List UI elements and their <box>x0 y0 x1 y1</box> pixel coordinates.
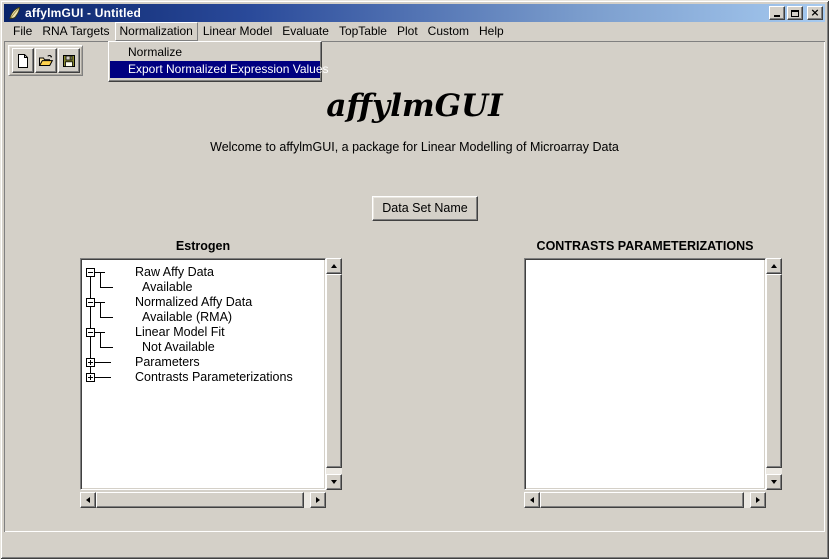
close-button[interactable]: × <box>807 6 823 20</box>
arrow-left-icon <box>530 497 534 503</box>
left-vertical-scrollbar[interactable] <box>326 258 342 490</box>
menu-item-linear-model[interactable]: Linear Model <box>198 22 277 41</box>
menu-item-custom[interactable]: Custom <box>423 22 474 41</box>
open-file-icon <box>38 53 54 69</box>
arrow-up-icon <box>771 264 777 268</box>
maximize-icon <box>791 10 799 17</box>
scroll-right-button[interactable] <box>750 492 766 508</box>
arrow-down-icon <box>331 480 337 484</box>
scroll-right-button[interactable] <box>310 492 326 508</box>
tree-item-raw-available[interactable]: Available <box>142 280 193 295</box>
tree-item-contrasts-parameterizations[interactable]: Contrasts Parameterizations <box>135 370 293 385</box>
tree-toggle-parameters[interactable] <box>86 358 95 367</box>
tree-toggle-linear-model-fit[interactable] <box>86 328 95 337</box>
app-title: affylmGUI <box>4 88 825 124</box>
left-panel-heading: Estrogen <box>80 239 326 254</box>
arrow-down-icon <box>771 480 777 484</box>
maximize-button[interactable] <box>787 6 803 20</box>
tree-toggle-normalized-affy-data[interactable] <box>86 298 95 307</box>
right-vertical-scrollbar[interactable] <box>766 258 782 490</box>
minimize-icon <box>774 15 780 17</box>
tree-item-normalized-available[interactable]: Available (RMA) <box>142 310 232 325</box>
window-title: affylmGUI - Untitled <box>25 6 769 20</box>
right-panel-heading: CONTRASTS PARAMETERIZATIONS <box>524 239 766 254</box>
new-file-icon <box>15 53 31 69</box>
toolbar <box>8 45 83 76</box>
menu-option-normalize[interactable]: Normalize <box>110 44 320 61</box>
arrow-left-icon <box>86 497 90 503</box>
contrasts-listbox[interactable] <box>524 258 766 490</box>
welcome-text: Welcome to affylmGUI, a package for Line… <box>4 140 825 154</box>
close-icon: × <box>810 8 819 18</box>
arrow-right-icon <box>756 497 760 503</box>
tree-elbow-line <box>100 317 113 318</box>
vertical-scroll-thumb[interactable] <box>326 274 342 468</box>
minimize-button[interactable] <box>769 6 785 20</box>
tree-elbow-line <box>100 347 113 348</box>
tree-item-parameters[interactable]: Parameters <box>135 355 200 370</box>
tree-branch-line <box>95 362 111 363</box>
right-horizontal-scrollbar[interactable] <box>524 492 766 508</box>
tree-toggle-contrasts-parameterizations[interactable] <box>86 373 95 382</box>
horizontal-scroll-thumb[interactable] <box>540 492 744 508</box>
normalization-dropdown-menu: Normalize Export Normalized Expression V… <box>108 41 322 82</box>
save-file-icon <box>61 53 77 69</box>
tree-branch-line <box>95 377 111 378</box>
tree-item-raw-affy-data[interactable]: Raw Affy Data <box>135 265 214 280</box>
status-tree-listbox[interactable]: Raw Affy Data Available Normalized Affy … <box>80 258 326 490</box>
menu-option-export-normalized-expression-values[interactable]: Export Normalized Expression Values <box>110 61 320 78</box>
open-file-button[interactable] <box>35 48 57 73</box>
menu-item-rna-targets[interactable]: RNA Targets <box>37 22 114 41</box>
scroll-up-button[interactable] <box>766 258 782 274</box>
new-file-button[interactable] <box>12 48 34 73</box>
scroll-down-button[interactable] <box>766 474 782 490</box>
tree-item-fit-not-available[interactable]: Not Available <box>142 340 215 355</box>
scroll-up-button[interactable] <box>326 258 342 274</box>
app-window: affylmGUI - Untitled × File RNA Targets … <box>0 0 829 559</box>
horizontal-scroll-thumb[interactable] <box>96 492 304 508</box>
title-bar[interactable]: affylmGUI - Untitled × <box>4 4 825 22</box>
arrow-up-icon <box>331 264 337 268</box>
tree-toggle-raw-affy-data[interactable] <box>86 268 95 277</box>
tree-elbow-line <box>100 287 113 288</box>
menu-bar: File RNA Targets Normalization Linear Mo… <box>4 22 825 41</box>
scroll-left-button[interactable] <box>524 492 540 508</box>
vertical-scroll-thumb[interactable] <box>766 274 782 468</box>
data-set-name-button[interactable]: Data Set Name <box>372 196 478 221</box>
left-horizontal-scrollbar[interactable] <box>80 492 326 508</box>
menu-item-evaluate[interactable]: Evaluate <box>277 22 334 41</box>
status-tree: Raw Affy Data Available Normalized Affy … <box>83 261 323 487</box>
tree-item-normalized-affy-data[interactable]: Normalized Affy Data <box>135 295 252 310</box>
save-file-button[interactable] <box>58 48 80 73</box>
content-area: affylmGUI Welcome to affylmGUI, a packag… <box>4 41 825 532</box>
menu-item-plot[interactable]: Plot <box>392 22 423 41</box>
arrow-right-icon <box>316 497 320 503</box>
menu-item-help[interactable]: Help <box>474 22 509 41</box>
tk-feather-icon <box>7 6 22 21</box>
menu-item-file[interactable]: File <box>8 22 37 41</box>
scroll-down-button[interactable] <box>326 474 342 490</box>
menu-item-normalization[interactable]: Normalization <box>115 22 198 41</box>
menu-item-toptable[interactable]: TopTable <box>334 22 392 41</box>
scroll-left-button[interactable] <box>80 492 96 508</box>
tree-item-linear-model-fit[interactable]: Linear Model Fit <box>135 325 225 340</box>
